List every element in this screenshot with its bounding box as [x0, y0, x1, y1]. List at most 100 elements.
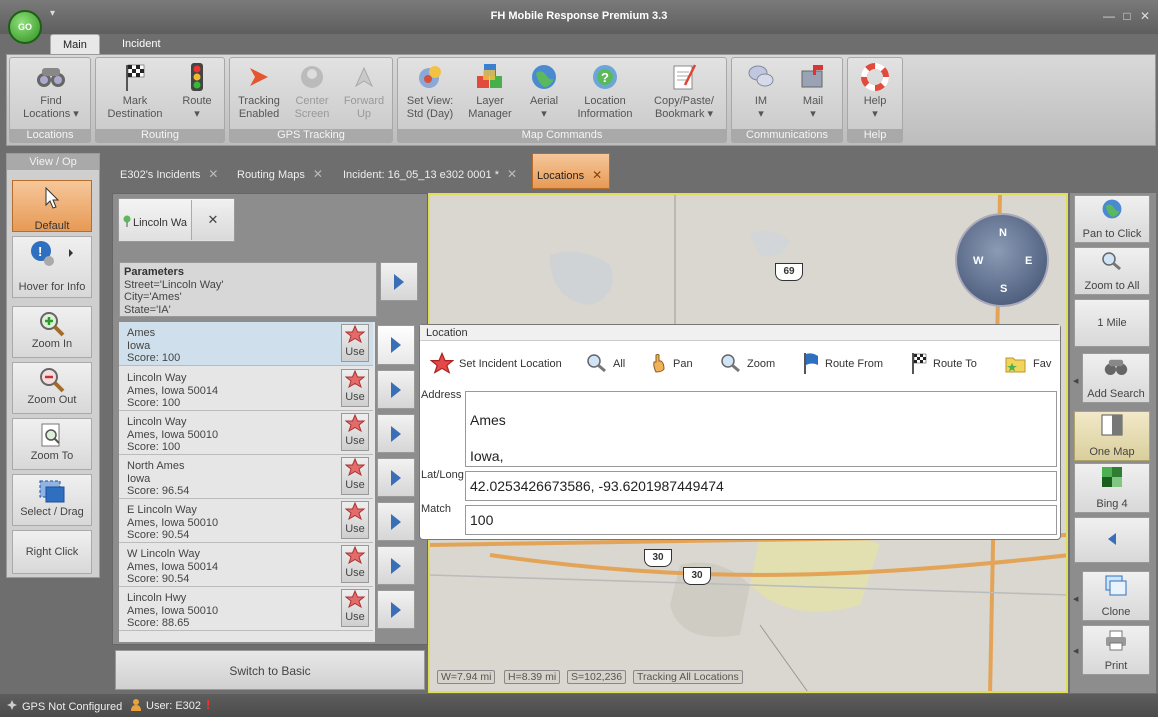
zoom-all-button[interactable]: All — [586, 349, 625, 379]
result-score: Score: 96.54 — [127, 485, 190, 497]
view-op-toolbar: View / Op Default ! Hover for Info Zoom … — [6, 153, 100, 578]
use-result-button[interactable]: Use — [341, 589, 369, 627]
result-row[interactable]: E Lincoln Way Ames, Iowa 50010 Score: 90.5… — [119, 499, 373, 543]
zoom-button[interactable]: Zoom — [720, 349, 775, 379]
pan-button[interactable]: Pan — [652, 349, 693, 379]
close-icon[interactable]: ✕ — [313, 167, 323, 181]
latlong-field[interactable]: 42.0253426673586, -93.6201987449474 — [465, 471, 1057, 501]
default-tool-button[interactable]: Default — [12, 180, 92, 232]
result-row[interactable]: Lincoln Way Ames, Iowa 50014 Score: 100 Us… — [119, 367, 373, 411]
result-details-button[interactable] — [377, 458, 415, 497]
bing-4-button[interactable]: Bing 4 — [1074, 463, 1150, 513]
result-location: Ames, Iowa 50014 — [127, 560, 219, 573]
result-row[interactable]: W Lincoln Way Ames, Iowa 50014 Score: 90.5… — [119, 543, 373, 587]
search-results-list: Ames Iowa Score: 100 Use Lincoln Way Ames, … — [119, 322, 375, 642]
result-details-button[interactable] — [377, 590, 415, 629]
route-to-button[interactable]: Route To — [910, 349, 977, 379]
find-locations-button[interactable]: Find Locations ▾ — [16, 62, 86, 121]
help-button[interactable]: Help ▾ — [852, 62, 898, 121]
close-search-tab-button[interactable]: ✕ — [191, 200, 234, 240]
route-from-button[interactable]: Route From — [802, 349, 883, 379]
compass-icon[interactable]: N E S W — [955, 213, 1049, 307]
select-drag-tool-button[interactable]: Select / Drag — [12, 474, 92, 526]
copy-paste-bookmark-button[interactable]: Copy/Paste/ Bookmark ▾ — [648, 62, 720, 121]
right-click-tool-button[interactable]: Right Click — [12, 530, 92, 574]
doc-tab-incidents[interactable]: E302's Incidents ✕ — [112, 160, 226, 188]
address-line-1: Ames — [470, 412, 506, 428]
run-search-button[interactable] — [380, 262, 418, 301]
match-field[interactable]: 100 — [465, 505, 1057, 535]
clone-button[interactable]: Clone — [1082, 571, 1150, 621]
close-icon[interactable]: ✕ — [592, 168, 602, 182]
highway-shield-69: 69 — [775, 263, 803, 281]
forward-up-button[interactable]: Forward Up — [338, 62, 390, 121]
arrow-right-icon — [394, 273, 404, 290]
set-view-icon — [414, 62, 446, 92]
result-row[interactable]: Ames Iowa Score: 100 Use — [119, 322, 373, 366]
maximize-button[interactable]: □ — [1120, 10, 1134, 22]
doc-tab-routing-maps[interactable]: Routing Maps ✕ — [229, 160, 331, 188]
map-width-readout: W=7.94 mi — [437, 670, 496, 684]
center-screen-label: Center Screen — [294, 95, 330, 120]
use-result-button[interactable]: Use — [341, 545, 369, 583]
one-mile-button[interactable]: 1 Mile — [1074, 299, 1150, 347]
pan-to-click-button[interactable]: Pan to Click — [1074, 195, 1150, 243]
set-incident-location-button[interactable]: Set Incident Location — [429, 349, 562, 379]
print-button[interactable]: Print — [1082, 625, 1150, 675]
add-search-button[interactable]: Add Search — [1082, 353, 1150, 403]
center-screen-button[interactable]: Center Screen — [286, 62, 338, 121]
result-row[interactable]: Lincoln Way Ames, Iowa 50010 Score: 100 Us… — [119, 411, 373, 455]
arrow-right-icon — [391, 513, 401, 530]
route-from-label: Route From — [825, 358, 884, 370]
doc-tab-incident[interactable]: Incident: 16_05_13 e302 0001 * ✕ — [335, 160, 525, 188]
close-icon[interactable]: ✕ — [208, 167, 218, 181]
zoom-to-tool-label: Zoom To — [30, 450, 74, 462]
layer-manager-button[interactable]: Layer Manager — [462, 62, 518, 121]
result-details-button[interactable] — [377, 546, 415, 585]
mark-destination-button[interactable]: Mark Destination — [100, 62, 170, 121]
ribbon-tab-main[interactable]: Main — [50, 34, 100, 54]
arrow-right-icon — [391, 601, 401, 618]
close-icon[interactable]: ✕ — [507, 167, 517, 181]
result-details-button[interactable] — [377, 325, 415, 365]
switch-to-basic-button[interactable]: Switch to Basic — [115, 650, 425, 690]
doc-tab-locations[interactable]: Locations ✕ — [532, 153, 610, 189]
location-information-button[interactable]: ? Location Information — [572, 62, 638, 121]
result-details-button[interactable] — [377, 370, 415, 409]
favorite-button[interactable]: Fav — [1004, 349, 1051, 379]
hover-info-tool-button[interactable]: ! Hover for Info — [12, 236, 92, 298]
ribbon-tab-incident[interactable]: Incident — [110, 34, 173, 54]
route-button[interactable]: Route ▾ — [174, 62, 220, 121]
result-details-button[interactable] — [377, 414, 415, 453]
search-tab[interactable]: Lincoln Wa ✕ — [118, 198, 235, 242]
one-map-button[interactable]: One Map — [1074, 411, 1150, 461]
use-result-button[interactable]: Use — [341, 457, 369, 495]
collapse-panel-button[interactable] — [1074, 517, 1150, 563]
zoom-in-tool-button[interactable]: Zoom In — [12, 306, 92, 358]
bing-icon — [1075, 464, 1149, 490]
minimize-button[interactable]: — — [1102, 10, 1116, 22]
tracking-status-readout: Tracking All Locations — [633, 670, 743, 684]
use-result-button[interactable]: Use — [341, 501, 369, 539]
zoom-out-tool-button[interactable]: Zoom Out — [12, 362, 92, 414]
aerial-button[interactable]: Aerial ▾ — [518, 62, 570, 121]
use-result-button[interactable]: Use — [341, 324, 369, 362]
result-row[interactable]: Lincoln Hwy Ames, Iowa 50010 Score: 88.65 … — [119, 587, 373, 631]
set-view-button[interactable]: Set View: Std (Day) — [400, 62, 460, 121]
one-mile-label: 1 Mile — [1097, 317, 1127, 329]
zoom-to-tool-button[interactable]: Zoom To — [12, 418, 92, 470]
address-field[interactable]: Ames Iowa, — [465, 391, 1057, 467]
use-result-button[interactable]: Use — [341, 369, 369, 407]
im-button[interactable]: IM ▾ — [738, 62, 784, 121]
close-window-button[interactable]: ✕ — [1138, 10, 1152, 22]
binoculars-icon — [35, 62, 67, 92]
use-label: Use — [345, 435, 365, 447]
tracking-enabled-button[interactable]: Tracking Enabled — [232, 62, 286, 121]
address-label: Address — [421, 389, 462, 401]
use-result-button[interactable]: Use — [341, 413, 369, 451]
pan-label: Pan — [673, 358, 693, 370]
result-details-button[interactable] — [377, 502, 415, 541]
zoom-to-all-button[interactable]: Zoom to All — [1074, 247, 1150, 295]
mail-button[interactable]: Mail ▾ — [788, 62, 838, 121]
result-row[interactable]: North Ames Iowa Score: 96.54 Use — [119, 455, 373, 499]
